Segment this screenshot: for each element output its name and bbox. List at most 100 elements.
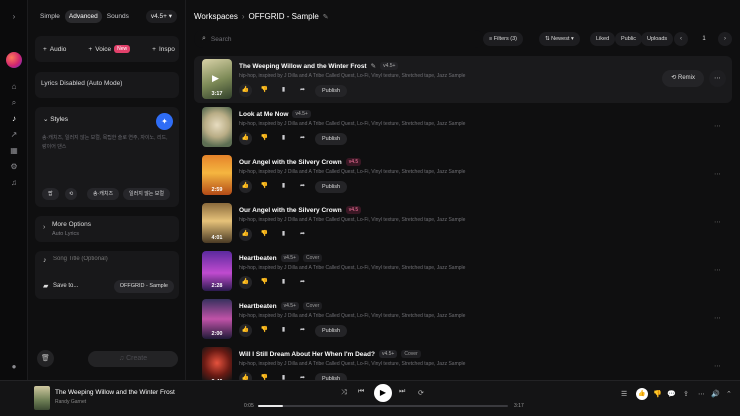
profile-icon[interactable]: ●	[9, 362, 19, 372]
progress-bar[interactable]	[258, 405, 508, 407]
song-title[interactable]: Our Angel with the Silvery Crown	[239, 207, 342, 214]
now-playing-artist[interactable]: Randy Garnet	[55, 399, 86, 405]
more-options-icon[interactable]: ⋯	[709, 262, 726, 279]
song-row[interactable]: 2:00 Heartbeaten v4.5+ Cover hip-hop, inspi…	[194, 296, 732, 343]
like-icon[interactable]: 👍	[239, 84, 252, 97]
public-filter[interactable]: Public	[615, 32, 642, 46]
filters-button[interactable]: ≡ Filters (3)	[483, 32, 523, 46]
breadcrumb-current[interactable]: OFFGRID - Sample	[249, 12, 319, 21]
next-page-button[interactable]: ›	[718, 32, 732, 46]
share-icon[interactable]: ↗	[9, 130, 19, 140]
share-icon[interactable]: ➦	[296, 324, 309, 337]
song-title[interactable]: Heartbeaten	[239, 255, 277, 262]
uploads-filter[interactable]: Uploads	[641, 32, 674, 46]
song-row[interactable]: 2:28 Heartbeaten v4.5+ Cover hip-hop, inspi…	[194, 248, 732, 295]
sort-button[interactable]: ⇅ Newest ▾	[539, 32, 580, 46]
settings-icon[interactable]: ⚙	[9, 162, 19, 172]
add-inspo-button[interactable]: + Inspo	[152, 45, 175, 53]
publish-button[interactable]: Publish	[315, 132, 348, 145]
dislike-icon[interactable]: 👎	[258, 180, 271, 193]
repeat-icon[interactable]: ⟳	[418, 389, 424, 397]
edit-pencil-icon[interactable]: ✎	[371, 62, 376, 70]
song-cover[interactable]: 2:00	[202, 299, 232, 339]
song-title[interactable]: Look at Me Now	[239, 111, 288, 118]
like-icon[interactable]: 👍	[239, 132, 252, 145]
song-cover[interactable]	[202, 107, 232, 147]
share-icon[interactable]: ➦	[296, 180, 309, 193]
like-icon[interactable]: 👍	[239, 276, 252, 289]
bell-icon[interactable]: ♫	[9, 178, 19, 188]
dislike-icon[interactable]: 👎	[258, 132, 271, 145]
share-icon[interactable]: ➦	[296, 132, 309, 145]
edit-pencil-icon[interactable]: ✎	[323, 13, 329, 21]
comment-icon[interactable]: 💬	[667, 390, 676, 398]
breadcrumb-root[interactable]: Workspaces	[194, 12, 238, 21]
publish-button[interactable]: Publish	[315, 180, 348, 193]
dislike-icon[interactable]: 👎	[258, 228, 271, 241]
like-icon[interactable]: 👍	[239, 228, 252, 241]
shuffle-icon[interactable]: ⤨	[341, 389, 347, 397]
song-row[interactable]: 2:59 Our Angel with the Silvery Crown v4.…	[194, 152, 732, 199]
like-icon[interactable]: 👍	[239, 180, 252, 193]
song-title[interactable]: The Weeping Willow and the Winter Frost	[239, 63, 367, 70]
save-to-select[interactable]: OFFGRID - Sample	[113, 280, 174, 293]
previous-icon[interactable]: ⏮	[358, 388, 364, 396]
dislike-icon[interactable]: 👎	[258, 84, 271, 97]
song-cover[interactable]: 2:28	[202, 251, 232, 291]
search-icon[interactable]: ⌕	[9, 98, 19, 108]
prev-page-button[interactable]: ‹	[674, 32, 688, 46]
comment-icon[interactable]: ▮	[277, 324, 290, 337]
more-options-icon[interactable]: ⋯	[709, 118, 726, 135]
now-playing-artwork[interactable]	[34, 386, 50, 410]
lyrics-mode-card[interactable]: Lyrics Disabled (Auto Mode)	[35, 72, 179, 98]
song-title[interactable]: Heartbeaten	[239, 303, 277, 310]
more-options-icon[interactable]: ⋯	[709, 310, 726, 327]
more-options-icon[interactable]: ⋯	[709, 166, 726, 183]
trash-icon[interactable]: 🗑	[37, 350, 54, 367]
dislike-icon[interactable]: 👎	[258, 324, 271, 337]
more-options-icon[interactable]: ⋯	[709, 358, 726, 375]
home-icon[interactable]: ⌂	[9, 82, 19, 92]
tab-sounds[interactable]: Sounds	[103, 10, 133, 23]
grid-icon[interactable]: ▦	[9, 146, 19, 156]
volume-icon[interactable]: 🔊	[711, 390, 720, 398]
share-icon[interactable]: ➦	[296, 276, 309, 289]
now-playing-title[interactable]: The Weeping Willow and the Winter Frost	[55, 389, 175, 396]
comment-icon[interactable]: ▮	[277, 180, 290, 193]
styles-input[interactable]: 송·캐치즈, 일러지 않는 보컬, 목팁한 슬로 연주, 자이노, 리드, 랑이…	[42, 134, 171, 152]
page-number[interactable]: 1	[694, 32, 714, 46]
like-icon[interactable]: 👍	[636, 388, 648, 400]
more-options-icon[interactable]: ⋯	[709, 214, 726, 231]
dislike-icon[interactable]: 👎	[653, 390, 662, 398]
song-row[interactable]: 4:01 Our Angel with the Silvery Crown v4.…	[194, 200, 732, 247]
search-input[interactable]	[210, 35, 411, 43]
version-select[interactable]: v4.5+ ▾	[145, 10, 177, 23]
share-icon[interactable]: ⇪	[683, 390, 689, 398]
liked-filter[interactable]: Liked	[590, 32, 616, 46]
like-icon[interactable]: 👍	[239, 324, 252, 337]
tab-advanced[interactable]: Advanced	[64, 10, 102, 23]
share-icon[interactable]: ➦	[296, 228, 309, 241]
publish-button[interactable]: Publish	[315, 84, 348, 97]
create-button[interactable]: ♫ Create	[88, 351, 178, 367]
comment-icon[interactable]: ▮	[277, 132, 290, 145]
more-options-card[interactable]: › More Options Auto Lyrics	[35, 216, 179, 242]
song-title[interactable]: Will I Still Dream About Her When I'm De…	[239, 351, 375, 358]
comment-icon[interactable]: ▮	[277, 84, 290, 97]
play-button[interactable]: ▶	[374, 384, 392, 402]
song-row[interactable]: Look at Me Now v4.5+ hip-hop, inspired by …	[194, 104, 732, 151]
song-cover[interactable]: 4:01	[202, 203, 232, 243]
share-icon[interactable]: ➦	[296, 84, 309, 97]
expand-player-icon[interactable]: ⌃	[726, 390, 732, 398]
style-tag-3[interactable]: 일러지 않는 보컬	[123, 188, 170, 200]
add-voice-button[interactable]: + Voice New	[88, 45, 131, 53]
shuffle-icon[interactable]: ⟲	[65, 188, 78, 200]
app-logo[interactable]	[6, 52, 22, 68]
more-icon[interactable]: ⋯	[698, 390, 705, 398]
remix-button[interactable]: ⟲ Remix	[662, 70, 704, 87]
comment-icon[interactable]: ▮	[277, 228, 290, 241]
play-icon[interactable]: ▶	[212, 73, 219, 84]
song-cover[interactable]: 2:59	[202, 155, 232, 195]
expand-icon[interactable]: ›	[9, 12, 19, 22]
style-tag-2[interactable]: 송·캐치즈	[87, 188, 120, 200]
